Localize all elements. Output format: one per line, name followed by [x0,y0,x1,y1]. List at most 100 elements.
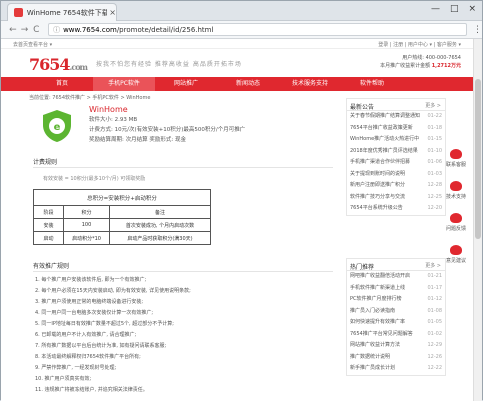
list-item: 11. 违规推广将被冻结账户, 并追究相关法律责任。 [35,387,148,393]
scroll-thumb[interactable] [475,79,481,239]
list-item: 6. 已卸载的用户不计入有效推广, 请合理推广; [35,332,137,338]
more-link[interactable]: 更多 > [425,102,441,109]
app-billing: 奖励结算周期: 次月结算 奖励形式: 现金 [89,137,186,143]
nav-tech-support[interactable]: 技术服务支持 [279,77,341,91]
list-item[interactable]: 新手推广员成长计划 12-22 [347,363,445,375]
list-item[interactable]: 如何快速提升有效推广率 01-05 [347,317,445,329]
shield-icon: e [43,110,71,142]
list-item[interactable]: 网站推广收益计算方法 12-29 [347,340,445,352]
float-contact[interactable]: 联系客服 [441,149,471,181]
main-content: e WinHome 软件大小: 2.93 MB 计费方式: 10元/次(有效安装… [29,105,335,401]
hotline-text: 用户热线: 400-000-7654 [402,55,461,61]
favicon-icon [14,8,23,17]
list-item[interactable]: 手机软件推广新渠道上线 01-17 [347,283,445,295]
list-item[interactable]: 7654推广平台常见问题解答 01-02 [347,329,445,341]
nav-software[interactable]: 手机PC软件 [93,77,155,91]
float-suggest[interactable]: 意见建议 [441,245,471,277]
browser-menu-icon[interactable]: ⋮ [473,25,482,35]
back-icon[interactable]: ← [7,25,19,35]
float-support[interactable]: 技术支持 [441,181,471,213]
suggest-icon [450,245,462,255]
site-logo[interactable]: 7654.com [29,55,88,74]
maximize-icon[interactable]: □ [450,4,459,14]
app-price: 计费方式: 10元/次(有效安装+10积分)最高500积分/个月可推广 [89,127,246,133]
table-row: 安装 100 首次安装成功, 个月内启动次数 [33,218,211,232]
list-item[interactable]: 新用户注册即送推广积分 12-28 [347,180,445,192]
panel-header: 热门推荐 更多 > [347,259,445,271]
table-row: 启动 启动积分*10 启动产品时获取积分(满30天) [33,231,211,245]
list-item[interactable]: 推广员入门必读指南 01-08 [347,306,445,318]
minimize-icon[interactable]: — [431,4,440,14]
floating-toolbar: 联系客服 技术支持 问题反馈 意见建议 [441,149,471,277]
list-item[interactable]: 手机推广渠道合作伙伴招募 01-06 [347,157,445,169]
list-item[interactable]: 关于春节假期推广结算调整通知 01-22 [347,111,445,123]
earnings-line: 本月推广收益累计金额 1,2712万元 [380,63,461,69]
rules-subtitle: 有效安装 = 10积分(最多10个/月) 可领取奖励 [43,176,146,182]
more-link[interactable]: 更多 > [425,262,441,269]
nav-home[interactable]: 首页 [31,77,93,91]
browser-tab[interactable]: WinHome 7654软件下载... × [7,3,117,21]
list-item: 4. 同一用户同一台电脑多次安装仅计算一次有效推广; [35,310,154,316]
table-caption: 总积分=安装积分+启动积分 [33,189,211,206]
feedback-icon [450,213,462,223]
table-header: 阶段 [33,205,64,219]
divider [33,271,333,272]
svg-text:e: e [54,122,61,133]
window-controls: — □ × [431,4,476,14]
list-item: 9. 严禁作弊推广, 一经发现封号处理; [35,365,117,371]
rules-title: 计费规则 [33,159,58,166]
tab-title: WinHome 7654软件下载... [26,8,108,17]
url-text: www.7654.com/promote/detail/id/256.html [63,25,214,34]
list-item: 1. 每个推广用户安装该软件后, 即为一个有效推广; [35,277,147,283]
user-links[interactable]: 登录 | 注册 | 用户中心 ▾ | 客户服务 ▾ [378,41,461,48]
list-item[interactable]: 7654平台推广收益政策更新 01-18 [347,123,445,135]
list-item[interactable]: 网吧推广收益翻倍活动开启 01-21 [347,271,445,283]
site-slogan: 按我不怕您有经验 推荐高收益 高品质开拓市场 [96,61,242,68]
list-item[interactable]: 7654平台系统升级公告 12-20 [347,203,445,215]
top-info-bar: 去首页查看平台 ▾ 登录 | 注册 | 用户中心 ▾ | 客户服务 ▾ [1,39,475,49]
notes-title: 有效推广规则 [33,263,70,270]
panel-header: 最新公告 更多 > [347,99,445,111]
list-item: 2. 每个用户必须在15天内安装启动, 即为有效安装, 详见使用说明条款; [35,288,191,294]
list-item[interactable]: PC软件推广月度排行榜 01-12 [347,294,445,306]
browser-window: WinHome 7654软件下载... × — □ × ← → C ⓘ www.… [0,0,483,401]
list-item: 8. 本活动最终解释权归7654软件推广平台所有; [35,354,141,360]
notes-list: 1. 每个推广用户安装该软件后, 即为一个有效推广; 2. 每个用户必须在15天… [35,275,191,396]
list-item[interactable]: 关于提现到账时间的说明 01-03 [347,169,445,181]
nav-news[interactable]: 新闻动态 [217,77,279,91]
float-feedback[interactable]: 问题反馈 [441,213,471,245]
table-header: 备注 [109,205,211,219]
info-icon[interactable]: ⓘ [53,25,60,35]
web-page: 去首页查看平台 ▾ 登录 | 注册 | 用户中心 ▾ | 客户服务 ▾ 7654… [1,39,475,401]
forward-icon[interactable]: → [19,25,31,35]
nav-help[interactable]: 软件帮助 [341,77,403,91]
reload-icon[interactable]: C [30,25,42,35]
list-item[interactable]: 推广数据统计说明 12-26 [347,352,445,364]
news-panel: 最新公告 更多 > 关于春节假期推广结算调整通知 01-22 7654平台推广收益… [346,98,446,216]
app-info: WinHome 软件大小: 2.93 MB 计费方式: 10元/次(有效安装+1… [89,105,245,145]
close-window-icon[interactable]: × [468,4,476,14]
nav-web-promo[interactable]: 网站推广 [155,77,217,91]
top-left-link[interactable]: 去首页查看平台 ▾ [13,42,52,48]
divider [33,167,333,168]
rules-table: 总积分=安装积分+启动积分 阶段 积分 备注 安装 100 首次安装成功, 个月… [33,189,211,245]
chat-icon [450,149,462,159]
browser-toolbar: ← → C ⓘ www.7654.com/promote/detail/id/2… [1,21,482,39]
site-header: 7654.com 按我不怕您有经验 推荐高收益 高品质开拓市场 用户热线: 40… [1,49,475,77]
list-item: 5. 同一IP地址每日有效推广数量不超过5个, 超过部分不予计算; [35,321,174,327]
list-item: 7. 所有推广数据以平台后台统计为准, 如有疑问请联系客服; [35,343,167,349]
support-icon [450,181,462,191]
address-bar[interactable]: ⓘ www.7654.com/promote/detail/id/256.htm… [48,23,467,36]
list-item: 10. 推广用户须真实有效; [35,376,92,382]
app-name: WinHome [89,105,128,114]
table-header: 积分 [63,205,110,219]
list-item[interactable]: WinHome推广活动火热进行中 01-15 [347,134,445,146]
page-scrollbar[interactable] [473,39,482,401]
tab-close-icon[interactable]: × [109,8,116,17]
list-item: 3. 推广用户须使用正常的电脑终端设备进行安装; [35,299,144,305]
app-size: 软件大小: 2.93 MB [89,117,138,123]
hot-panel: 热门推荐 更多 > 网吧推广收益翻倍活动开启 01-21 手机软件推广新渠道上线 0… [346,258,446,376]
list-item[interactable]: 软件推广技巧分享与交流 12-25 [347,192,445,204]
main-nav: 首页 手机PC软件 网站推广 新闻动态 技术服务支持 软件帮助 [1,77,475,91]
list-item[interactable]: 2018年度优秀推广员评选结果 01-10 [347,146,445,158]
